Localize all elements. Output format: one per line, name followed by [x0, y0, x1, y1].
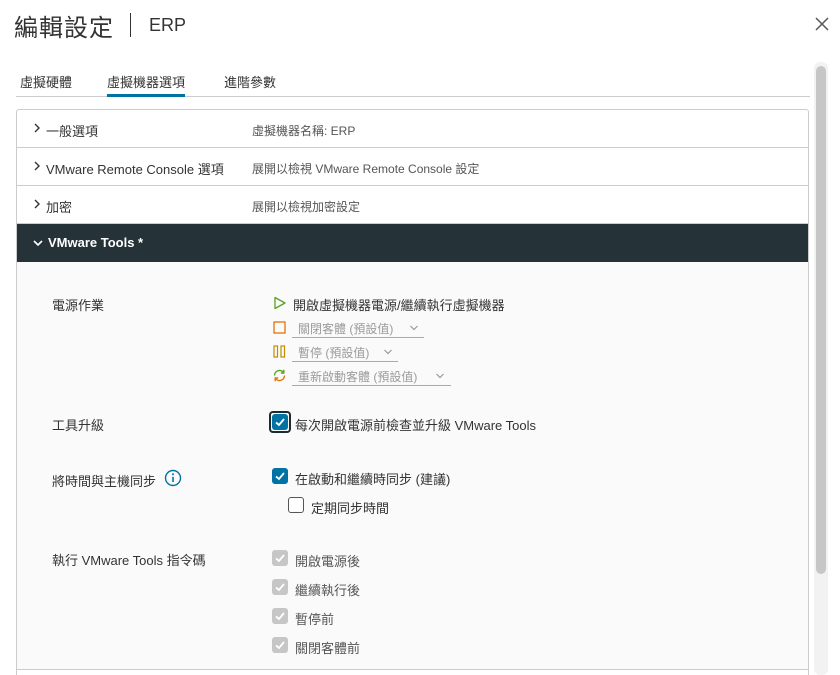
sync-periodic-checkbox[interactable]	[288, 497, 304, 513]
dialog-title: 編輯設定	[14, 14, 114, 42]
tab-bar: 虛擬硬體 虛擬機器選項 進階參數	[16, 62, 810, 97]
play-icon	[274, 296, 286, 310]
chevron-right-icon	[34, 199, 40, 209]
tab-advanced-parameters[interactable]: 進階參數	[224, 72, 276, 97]
section-label: 一般選項	[46, 124, 99, 139]
script-after-power-on-checkbox	[272, 550, 288, 566]
close-button[interactable]	[812, 14, 832, 34]
check-icon	[275, 472, 285, 481]
section-vmware-tools[interactable]: VMware Tools *	[17, 224, 808, 262]
script-after-resume-label: 繼續執行後	[295, 583, 361, 598]
chevron-down-icon	[33, 240, 43, 247]
info-icon[interactable]	[164, 469, 182, 487]
shutdown-selected-value: 關閉客體 (預設值)	[298, 322, 394, 336]
section-vmrc-options[interactable]: VMware Remote Console 選項 展開以檢視 VMware Re…	[17, 148, 808, 186]
chevron-right-icon	[34, 161, 40, 171]
tools-upgrade-label: 工具升級	[52, 418, 105, 433]
check-icon	[275, 612, 285, 621]
tab-vm-options[interactable]: 虛擬機器選項	[107, 72, 186, 97]
check-icon	[275, 418, 285, 427]
power-on-action-text: 開啟虛擬機器電源/繼續執行虛擬機器	[293, 298, 505, 313]
restart-dropdown[interactable]: 重新啟動客體 (預設值)	[292, 366, 451, 386]
close-icon	[815, 17, 829, 31]
dialog-subtitle: ERP	[149, 14, 187, 35]
chevron-down-icon	[436, 373, 444, 379]
scrollbar-thumb[interactable]	[816, 66, 826, 574]
section-label: 加密	[46, 200, 73, 215]
chevron-down-icon	[384, 349, 392, 355]
script-after-power-on-label: 開啟電源後	[295, 554, 361, 569]
sync-startup-label: 在啟動和繼續時同步 (建議)	[295, 472, 451, 487]
time-sync-label: 將時間與主機同步	[52, 474, 157, 489]
title-separator	[130, 13, 131, 37]
section-value: 展開以檢視加密設定	[252, 200, 361, 214]
sync-startup-checkbox[interactable]	[272, 468, 288, 484]
suspend-selected-value: 暫停 (預設值)	[298, 346, 370, 360]
section-label: VMware Remote Console 選項	[46, 162, 224, 177]
scripts-label: 執行 VMware Tools 指令碼	[52, 553, 206, 568]
suspend-dropdown[interactable]: 暫停 (預設值)	[292, 342, 398, 362]
tab-virtual-hardware[interactable]: 虛擬硬體	[20, 72, 72, 97]
restart-icon	[273, 369, 286, 382]
script-before-suspend-label: 暫停前	[295, 612, 335, 627]
options-panel: 一般選項 虛擬機器名稱: ERP VMware Remote Console 選…	[16, 109, 809, 675]
power-operations-label: 電源作業	[52, 298, 105, 313]
dialog-header: 編輯設定 ERP	[14, 8, 186, 42]
pause-icon	[273, 345, 286, 358]
sync-periodic-label: 定期同步時間	[311, 501, 390, 516]
upgrade-checkbox[interactable]	[272, 414, 288, 430]
chevron-down-icon	[410, 325, 418, 331]
section-value: 虛擬機器名稱: ERP	[252, 124, 356, 138]
check-icon	[275, 554, 285, 563]
script-before-suspend-checkbox	[272, 608, 288, 624]
section-label: VMware Tools *	[48, 235, 144, 250]
script-before-shutdown-label: 關閉客體前	[295, 641, 361, 656]
stop-icon	[273, 321, 286, 334]
section-encryption[interactable]: 加密 展開以檢視加密設定	[17, 186, 808, 224]
check-icon	[275, 583, 285, 592]
restart-selected-value: 重新啟動客體 (預設值)	[298, 370, 418, 384]
chevron-right-icon	[34, 123, 40, 133]
section-general-options[interactable]: 一般選項 虛擬機器名稱: ERP	[17, 110, 808, 148]
upgrade-option-label: 每次開啟電源前檢查並升級 VMware Tools	[295, 418, 537, 433]
check-icon	[275, 641, 285, 650]
script-before-shutdown-checkbox	[272, 637, 288, 653]
section-value: 展開以檢視 VMware Remote Console 設定	[252, 162, 480, 176]
script-after-resume-checkbox	[272, 579, 288, 595]
shutdown-dropdown[interactable]: 關閉客體 (預設值)	[292, 318, 424, 338]
